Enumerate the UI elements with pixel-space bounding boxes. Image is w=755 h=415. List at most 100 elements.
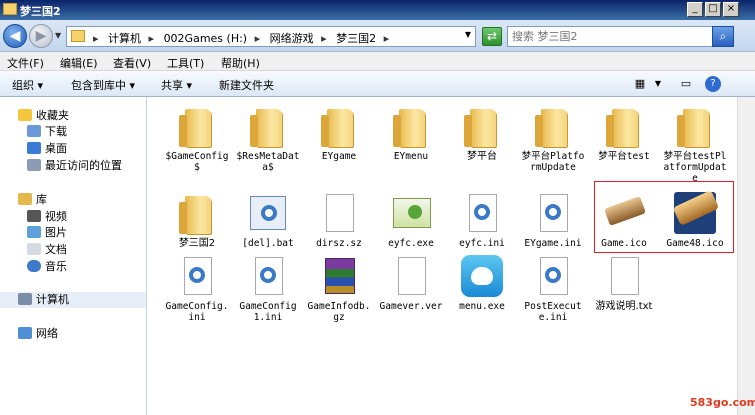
search-icon[interactable]: ⌕ bbox=[712, 26, 734, 47]
breadcrumb-separator[interactable]: ▸ bbox=[384, 32, 390, 45]
nav-network[interactable]: 网络 bbox=[18, 326, 58, 342]
item-label: [del].bat bbox=[242, 238, 294, 249]
menu-bar: 文件(F) 编辑(E) 查看(V) 工具(T) 帮助(H) bbox=[0, 52, 755, 71]
folder-item[interactable]: 梦平台test bbox=[590, 105, 658, 162]
folder-icon bbox=[246, 105, 290, 149]
desktop-icon bbox=[27, 142, 41, 154]
whale-app-icon bbox=[460, 255, 504, 299]
nav-label: 视频 bbox=[45, 210, 67, 223]
nav-favorites[interactable]: 收藏夹 bbox=[18, 108, 69, 124]
maximize-button[interactable]: □ bbox=[705, 2, 721, 17]
folder-item[interactable]: $GameConfig$ bbox=[163, 105, 231, 173]
config-file-icon bbox=[531, 255, 575, 299]
folder-item[interactable]: 梦三国2 bbox=[163, 192, 231, 249]
menu-edit[interactable]: 编辑(E) bbox=[60, 55, 98, 71]
view-options-icon[interactable]: ▦ bbox=[632, 76, 648, 92]
item-label: 梦平台test bbox=[598, 151, 650, 162]
config-file-icon bbox=[246, 255, 290, 299]
item-label: EYgame bbox=[321, 151, 357, 162]
nav-label: 库 bbox=[36, 193, 47, 206]
item-label: dirsz.sz bbox=[316, 238, 362, 249]
search-box[interactable] bbox=[507, 26, 731, 47]
nav-label: 最近访问的位置 bbox=[45, 159, 122, 172]
highlight-box bbox=[594, 181, 734, 253]
share-button[interactable]: 共享 ▾ bbox=[161, 77, 192, 93]
breadcrumb-separator[interactable]: ▸ bbox=[93, 32, 99, 45]
file-item[interactable]: GameConfig.ini bbox=[163, 255, 231, 323]
item-label: EYgame.ini bbox=[524, 238, 582, 249]
breadcrumb-separator[interactable]: ▸ bbox=[321, 32, 327, 45]
text-file-icon bbox=[602, 255, 646, 299]
close-button[interactable]: × bbox=[723, 2, 739, 17]
view-dropdown-icon[interactable]: ▼ bbox=[650, 76, 666, 92]
file-item[interactable]: menu.exe bbox=[448, 255, 516, 312]
file-item[interactable]: dirsz.sz bbox=[305, 192, 373, 249]
breadcrumb-separator[interactable]: ▸ bbox=[149, 32, 155, 45]
nav-recent[interactable]: 最近访问的位置 bbox=[27, 158, 122, 174]
nav-label: 图片 bbox=[45, 226, 67, 239]
breadcrumb-network-games[interactable]: 网络游戏 bbox=[270, 30, 314, 46]
folder-item[interactable]: 梦平台PlatformUpdate bbox=[519, 105, 587, 173]
address-dropdown[interactable]: ▼ bbox=[465, 30, 471, 39]
back-button[interactable]: ◀ bbox=[3, 24, 27, 48]
file-item[interactable]: PostExecute.ini bbox=[519, 255, 587, 323]
nav-downloads[interactable]: 下载 bbox=[27, 124, 67, 140]
breadcrumb-separator[interactable]: ▸ bbox=[255, 32, 261, 45]
folder-item[interactable]: 梦平台testPlatformUpdate bbox=[661, 105, 729, 184]
file-item[interactable]: eyfc.ini bbox=[448, 192, 516, 249]
file-item[interactable]: GameInfodb.gz bbox=[305, 255, 373, 323]
menu-view[interactable]: 查看(V) bbox=[113, 55, 151, 71]
nav-music[interactable]: 音乐 bbox=[27, 259, 67, 275]
config-file-icon bbox=[531, 192, 575, 236]
organize-button[interactable]: 组织 ▾ bbox=[12, 77, 43, 93]
breadcrumb-drive[interactable]: 002Games (H:) bbox=[164, 32, 248, 45]
file-item[interactable]: EYgame.ini bbox=[519, 192, 587, 249]
minimize-button[interactable]: _ bbox=[687, 2, 703, 17]
nav-documents[interactable]: 文档 bbox=[27, 242, 67, 258]
file-item[interactable]: [del].bat bbox=[234, 192, 302, 249]
title-bar: 梦三国2 _ □ × bbox=[0, 0, 755, 20]
watermark: 583go.com bbox=[690, 396, 755, 409]
scrollbar[interactable] bbox=[737, 97, 755, 415]
preview-pane-icon[interactable]: ▭ bbox=[678, 76, 694, 92]
breadcrumb-computer[interactable]: 计算机 bbox=[108, 30, 141, 46]
forward-button[interactable]: ▶ bbox=[29, 24, 53, 48]
item-label: GameInfodb.gz bbox=[307, 301, 371, 323]
folder-item[interactable]: $ResMetaData$ bbox=[234, 105, 302, 173]
folder-icon bbox=[602, 105, 646, 149]
download-icon bbox=[27, 125, 41, 137]
menu-tools[interactable]: 工具(T) bbox=[167, 55, 204, 71]
refresh-button[interactable]: ⇄ bbox=[482, 27, 502, 46]
nav-label: 网络 bbox=[36, 327, 58, 340]
address-bar[interactable]: ▸ 计算机 ▸ 002Games (H:) ▸ 网络游戏 ▸ 梦三国2 ▸ ▼ bbox=[66, 26, 476, 47]
include-in-library-button[interactable]: 包含到库中 ▾ bbox=[71, 77, 135, 93]
folder-item[interactable]: EYgame bbox=[305, 105, 373, 162]
nav-computer[interactable]: 计算机 bbox=[0, 292, 146, 308]
breadcrumb-current[interactable]: 梦三国2 bbox=[336, 30, 376, 46]
nav-label: 音乐 bbox=[45, 260, 67, 273]
folder-item[interactable]: 梦平台 bbox=[448, 105, 516, 162]
search-input[interactable] bbox=[508, 27, 708, 46]
nav-desktop[interactable]: 桌面 bbox=[27, 141, 67, 157]
new-folder-button[interactable]: 新建文件夹 bbox=[219, 77, 274, 93]
nav-pictures[interactable]: 图片 bbox=[27, 225, 67, 241]
recent-pages-dropdown[interactable]: ▼ bbox=[55, 31, 61, 40]
menu-help[interactable]: 帮助(H) bbox=[221, 55, 260, 71]
breadcrumb: ▸ 计算机 ▸ 002Games (H:) ▸ 网络游戏 ▸ 梦三国2 ▸ bbox=[89, 30, 395, 46]
item-label: Gamever.ver bbox=[379, 301, 443, 312]
file-item[interactable]: Gamever.ver bbox=[377, 255, 445, 312]
folder-icon bbox=[389, 105, 433, 149]
item-label: 梦平台 bbox=[467, 151, 497, 162]
folder-item[interactable]: EYmenu bbox=[377, 105, 445, 162]
file-item[interactable]: eyfc.exe bbox=[377, 192, 445, 249]
menu-file[interactable]: 文件(F) bbox=[7, 55, 44, 71]
file-item[interactable]: 游戏说明.txt bbox=[590, 255, 658, 312]
help-icon[interactable]: ? bbox=[705, 76, 721, 92]
file-item[interactable]: GameConfig1.ini bbox=[234, 255, 302, 323]
item-label: EYmenu bbox=[393, 151, 429, 162]
item-label: PostExecute.ini bbox=[524, 301, 582, 323]
folder-icon bbox=[317, 105, 361, 149]
nav-libraries[interactable]: 库 bbox=[18, 192, 47, 208]
config-file-icon bbox=[175, 255, 219, 299]
nav-videos[interactable]: 视频 bbox=[27, 209, 67, 225]
